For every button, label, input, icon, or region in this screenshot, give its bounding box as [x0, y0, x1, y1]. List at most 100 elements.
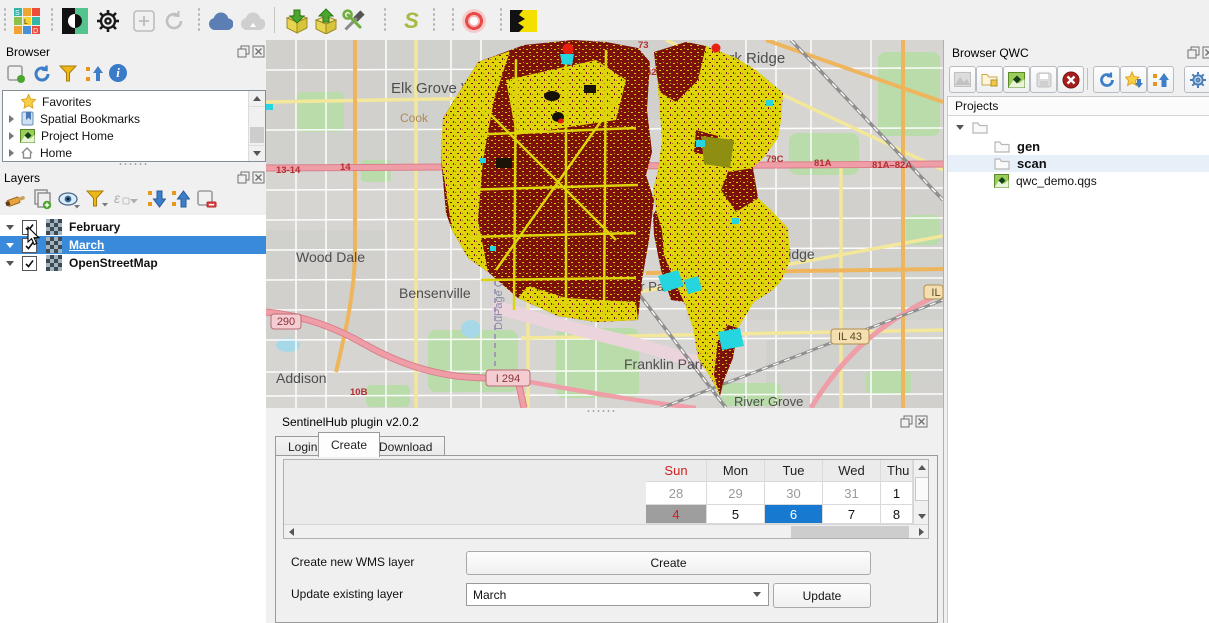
- browser-panel-title: Browser: [6, 45, 50, 59]
- calendar-cell-30[interactable]: 30: [765, 482, 823, 505]
- browser-float-icon[interactable]: [237, 45, 250, 58]
- tree-item-project-home[interactable]: Project Home: [3, 127, 247, 144]
- collapse-icon[interactable]: [6, 243, 14, 248]
- create-button[interactable]: Create: [466, 551, 871, 575]
- calendar-hscrollbar[interactable]: [284, 524, 929, 539]
- toolbar-grip[interactable]: [499, 7, 504, 33]
- calendar-cell-29[interactable]: 29: [707, 482, 765, 505]
- settings-gear-icon[interactable]: [94, 7, 121, 34]
- panel-splitter-handle[interactable]: [586, 409, 616, 413]
- qwc-close-icon[interactable]: [1202, 46, 1209, 59]
- calendar-cell-4-highlighted[interactable]: 4: [646, 505, 707, 524]
- calendar-vscrollbar[interactable]: [913, 460, 929, 524]
- filter-expression-icon[interactable]: ε: [114, 190, 138, 209]
- create-tab-content: Sun Mon Tue Wed Thu 28 29 30 31 1 4 5 6 …: [275, 455, 938, 623]
- calendar-cell-7[interactable]: 7: [823, 505, 881, 524]
- cloud-upload-disabled-icon[interactable]: [238, 7, 265, 34]
- expand-icon[interactable]: [9, 132, 14, 140]
- calendar-cell-31[interactable]: 31: [823, 482, 881, 505]
- update-button[interactable]: Update: [773, 583, 871, 608]
- expand-icon[interactable]: [9, 115, 14, 123]
- qwc-item-scan[interactable]: scan: [948, 155, 1209, 172]
- filter-legend-icon[interactable]: [86, 190, 110, 212]
- tools-icon[interactable]: [340, 7, 367, 34]
- toolbar-grip[interactable]: [3, 7, 8, 33]
- qwc-refresh-icon[interactable]: [1093, 66, 1120, 93]
- scrollbar-thumb[interactable]: [250, 127, 264, 143]
- expand-icon[interactable]: [9, 149, 14, 157]
- qwc-plugin-icon[interactable]: [510, 7, 537, 34]
- tree-item-home[interactable]: Home: [3, 144, 247, 161]
- layer-select-dropdown[interactable]: March: [466, 583, 769, 606]
- collapse-icon[interactable]: [6, 261, 14, 266]
- qwc-open-disabled-icon[interactable]: [949, 66, 976, 93]
- raster-layer-icon: [46, 237, 62, 253]
- qwc-collapse-icon[interactable]: [1147, 66, 1174, 93]
- tree-item-spatial-bookmarks[interactable]: Spatial Bookmarks: [3, 110, 247, 127]
- panel-splitter-handle[interactable]: [118, 162, 148, 166]
- collapse-icon[interactable]: [6, 225, 14, 230]
- qwc-delete-icon[interactable]: [1057, 66, 1084, 93]
- layer-styling-icon[interactable]: [4, 190, 26, 213]
- map-canvas[interactable]: DuPage Cou Elk Grove Village Cook Park R…: [266, 40, 943, 408]
- qwc-root-folder-row[interactable]: [948, 119, 1209, 136]
- expand-all-icon[interactable]: [146, 188, 166, 213]
- calendar-cell-6-selected[interactable]: 6: [765, 505, 823, 524]
- qwc-save-disabled-icon[interactable]: [1030, 66, 1057, 93]
- sentinel-plugin-icon[interactable]: S: [398, 7, 425, 34]
- sld-plugin-icon[interactable]: SLD: [13, 7, 40, 34]
- toolbar-grip[interactable]: [383, 7, 388, 33]
- date-calendar[interactable]: Sun Mon Tue Wed Thu 28 29 30 31 1 4 5 6 …: [283, 459, 929, 539]
- layers-float-icon[interactable]: [237, 171, 250, 184]
- browser-add-layer-icon[interactable]: [6, 64, 26, 87]
- toolbar-grip[interactable]: [197, 7, 202, 33]
- cloud-icon[interactable]: [206, 7, 233, 34]
- calendar-cell-5[interactable]: 5: [707, 505, 765, 524]
- add-group-icon[interactable]: [31, 188, 53, 213]
- tree-item-favorites[interactable]: Favorites: [3, 93, 247, 110]
- browser-tree-scrollbar[interactable]: [248, 91, 265, 161]
- donut-plugin-icon[interactable]: [460, 7, 487, 34]
- map-themes-icon[interactable]: [58, 191, 82, 212]
- calendar-cell-1[interactable]: 1: [881, 482, 913, 505]
- refresh-disabled-icon[interactable]: [160, 7, 187, 34]
- qwc-float-icon[interactable]: [1187, 46, 1200, 59]
- toolbar-grip[interactable]: [432, 7, 437, 33]
- commit-box-icon[interactable]: [312, 7, 339, 34]
- collapse-icon[interactable]: [956, 125, 964, 130]
- qwc-settings-icon[interactable]: [1184, 66, 1209, 93]
- browser-refresh-icon[interactable]: [32, 64, 52, 87]
- browser-filter-icon[interactable]: [59, 65, 77, 86]
- calendar-cell-8[interactable]: 8: [881, 505, 913, 524]
- checkout-box-icon[interactable]: [283, 7, 310, 34]
- remove-layer-icon[interactable]: [196, 189, 218, 213]
- layer-row-openstreetmap[interactable]: OpenStreetMap: [0, 254, 266, 272]
- toolbar-grip[interactable]: [451, 7, 456, 33]
- layers-close-icon[interactable]: [252, 171, 265, 184]
- calendar-day-wed: Wed: [823, 460, 881, 482]
- collapse-all-icon[interactable]: [170, 188, 190, 213]
- qwc-item-gen[interactable]: gen: [948, 138, 1209, 155]
- browser-close-icon[interactable]: [252, 45, 265, 58]
- qwc-favorites-download-icon[interactable]: [1120, 66, 1147, 93]
- tab-create[interactable]: Create: [318, 432, 380, 457]
- browser-info-icon[interactable]: i: [109, 64, 127, 82]
- scrollbar-thumb[interactable]: [915, 477, 929, 501]
- qwc-item-qwc-demo[interactable]: qwc_demo.qgs: [948, 172, 1209, 189]
- calendar-cell-28[interactable]: 28: [646, 482, 707, 505]
- qwc-tree: Projects gen scan qwc_demo.qgs: [947, 96, 1209, 623]
- layer-checkbox[interactable]: [22, 256, 37, 271]
- sentinel-close-icon[interactable]: [915, 415, 928, 428]
- browser-collapse-icon[interactable]: [84, 64, 104, 87]
- qwc-new-folder-icon[interactable]: [976, 66, 1003, 93]
- qwc-panel-title: Browser QWC: [952, 46, 1029, 60]
- qwc-new-project-icon[interactable]: [1003, 66, 1030, 93]
- add-frame-icon[interactable]: [130, 7, 157, 34]
- contrast-plugin-icon[interactable]: [61, 7, 88, 34]
- create-wms-label: Create new WMS layer: [291, 555, 414, 569]
- left-dock: Browser i Favorites Spatial Bookmarks Pr…: [0, 40, 267, 623]
- toolbar-grip[interactable]: [50, 7, 55, 33]
- projects-header[interactable]: Projects: [948, 97, 1209, 116]
- sentinel-float-icon[interactable]: [900, 415, 913, 428]
- scrollbar-thumb[interactable]: [791, 526, 909, 538]
